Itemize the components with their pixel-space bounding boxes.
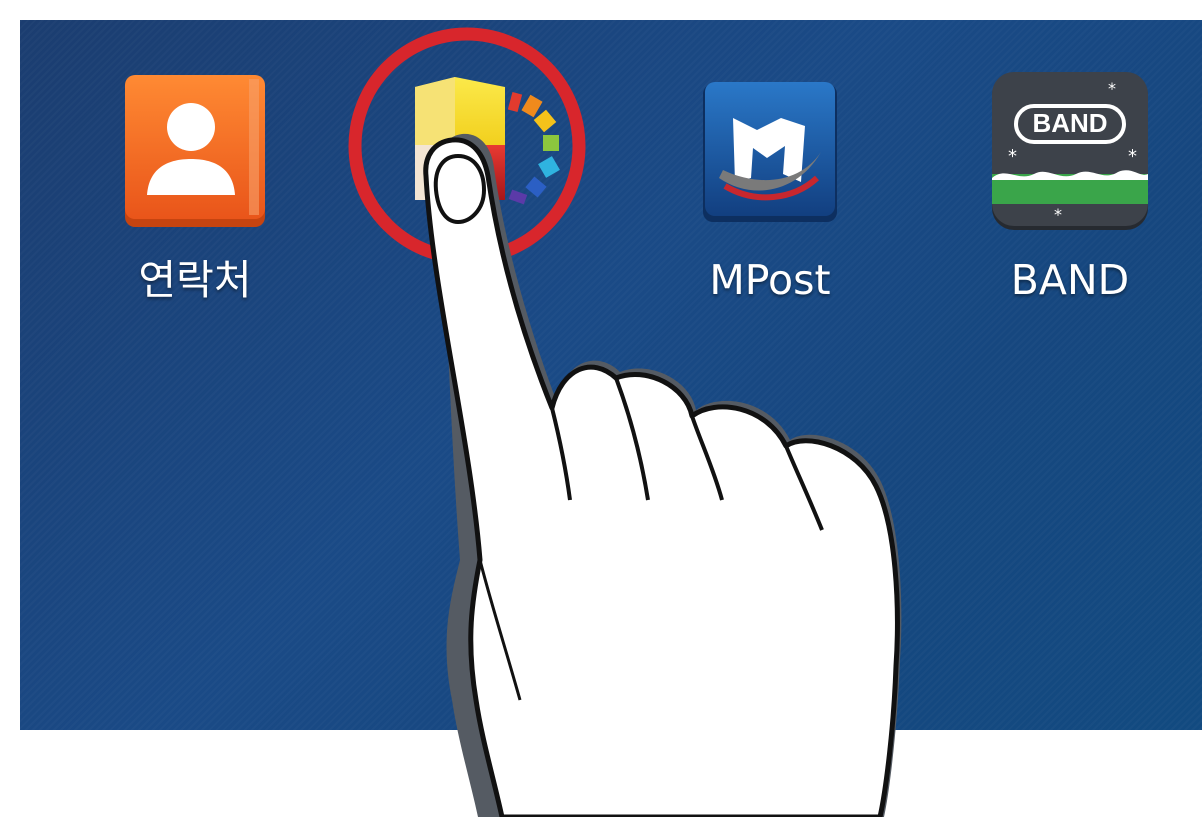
svg-text:*: * [1054,205,1062,224]
band-icon: BAND * * * * [988,70,1152,238]
contacts-icon [119,75,271,231]
svg-text:*: * [1108,79,1116,98]
app-label: MPost [709,256,831,304]
svg-text:*: * [1008,146,1017,167]
svg-text:*: * [1128,146,1137,167]
tutorial-figure: 연락처 MPost BAND * * * * BAND [0,0,1202,817]
app-label: 연락처 [138,256,252,304]
app-highlighted[interactable] [380,70,580,330]
band-logo-text: BAND [1032,108,1107,138]
app-contacts[interactable]: 연락처 [95,70,295,330]
app-band[interactable]: BAND * * * * BAND [970,70,1170,330]
colorful-cube-app-icon [395,75,565,229]
home-screen: 연락처 MPost BAND * * * * BAND [20,20,1202,730]
mpost-icon [701,82,839,228]
app-label: BAND [1010,256,1130,304]
app-mpost[interactable]: MPost [670,70,870,330]
